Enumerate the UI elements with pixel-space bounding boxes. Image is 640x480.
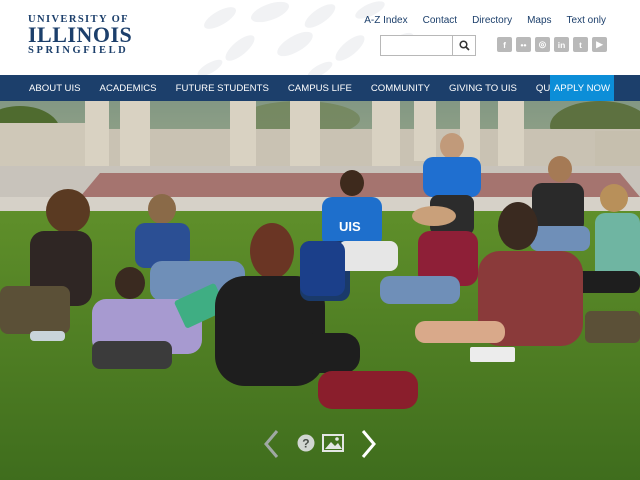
university-logo[interactable]: UNIVERSITY OF ILLINOIS SPRINGFIELD: [28, 14, 138, 56]
nav-future-students[interactable]: FUTURE STUDENTS: [176, 83, 269, 94]
search-icon: [458, 40, 470, 51]
search-input[interactable]: [380, 35, 452, 56]
next-arrow-icon[interactable]: [360, 429, 378, 459]
youtube-icon[interactable]: ▶: [592, 37, 607, 52]
facebook-icon[interactable]: f: [497, 37, 512, 52]
nav-community[interactable]: COMMUNITY: [371, 83, 430, 94]
uis-shirt-text: UIS: [339, 219, 361, 234]
carousel-controls: ?: [262, 429, 382, 459]
site-header: UNIVERSITY OF ILLINOIS SPRINGFIELD A-Z I…: [0, 0, 640, 75]
link-a-z-index[interactable]: A-Z Index: [364, 15, 407, 26]
gallery-icon[interactable]: [322, 434, 344, 452]
nav-campus-life[interactable]: CAMPUS LIFE: [288, 83, 352, 94]
help-icon[interactable]: ?: [297, 434, 315, 452]
logo-illinois: ILLINOIS: [28, 22, 133, 47]
utility-links: A-Z Index Contact Directory Maps Text on…: [349, 15, 606, 26]
link-directory[interactable]: Directory: [472, 15, 512, 26]
prev-arrow-icon[interactable]: [262, 429, 280, 459]
hero-image: UIS: [0, 101, 640, 480]
nav-academics[interactable]: ACADEMICS: [100, 83, 157, 94]
search-button[interactable]: [452, 35, 476, 56]
twitter-icon[interactable]: t: [573, 37, 588, 52]
nav-about-uis[interactable]: ABOUT UIS: [29, 83, 81, 94]
instagram-icon[interactable]: ◎: [535, 37, 550, 52]
social-links: f •• ◎ in t ▶: [497, 37, 607, 52]
apply-now-button[interactable]: APPLY NOW: [550, 75, 614, 101]
linkedin-icon[interactable]: in: [554, 37, 569, 52]
svg-text:?: ?: [302, 437, 309, 451]
nav-giving-to-uis[interactable]: GIVING TO UIS: [449, 83, 517, 94]
main-nav: ABOUT UIS ACADEMICS FUTURE STUDENTS CAMP…: [0, 75, 640, 101]
hero-photo-students-on-lawn: UIS: [0, 101, 640, 480]
logo-springfield: SPRINGFIELD: [28, 45, 129, 56]
link-maps[interactable]: Maps: [527, 15, 551, 26]
link-contact[interactable]: Contact: [423, 15, 457, 26]
flickr-icon[interactable]: ••: [516, 37, 531, 52]
link-text-only[interactable]: Text only: [567, 15, 606, 26]
search-box: [380, 35, 476, 56]
